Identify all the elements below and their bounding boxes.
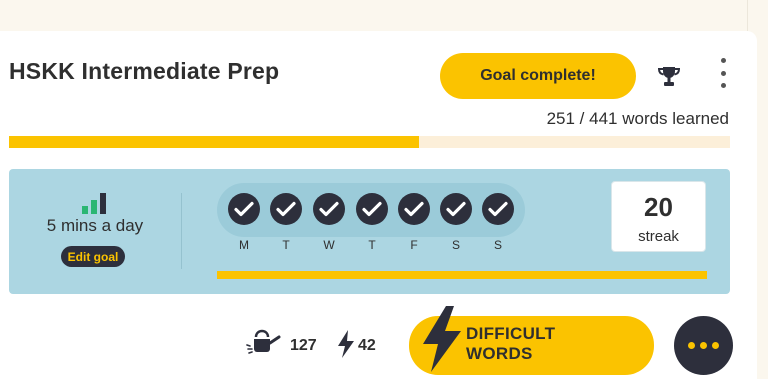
trophy-icon[interactable]	[656, 64, 682, 90]
lightning-bolt-icon	[423, 306, 461, 372]
day-letter-friday: F	[410, 238, 418, 252]
check-circle-icon	[398, 193, 430, 225]
lightning-bolt-icon	[338, 330, 354, 358]
day-letter-saturday: S	[451, 238, 460, 252]
top-strip	[0, 0, 768, 31]
streak-label: streak	[638, 228, 679, 245]
check-circle-icon	[440, 193, 472, 225]
signal-bars-icon	[82, 193, 106, 214]
course-progress-fill	[9, 136, 420, 148]
day-letter-wednesday: W	[323, 238, 335, 252]
difficult-words-line2: WORDS	[466, 344, 533, 363]
goal-complete-button[interactable]: Goal complete!	[440, 53, 636, 99]
day-letter-monday: M	[239, 238, 249, 252]
check-circle-icon	[313, 193, 345, 225]
check-circle-icon	[482, 193, 514, 225]
course-title[interactable]: HSKK Intermediate Prep	[9, 58, 279, 85]
check-circle-icon	[228, 193, 260, 225]
edit-goal-button[interactable]: Edit goal	[61, 246, 125, 267]
panel-divider	[181, 193, 182, 269]
daily-goal-label: 5 mins a day	[46, 216, 144, 235]
day-letter-sunday: S	[493, 238, 502, 252]
week-progress-line	[217, 271, 707, 279]
difficult-words-count: 42	[358, 337, 376, 354]
course-progress-bar	[9, 136, 730, 148]
difficult-words-line1: DIFFICULT	[466, 324, 556, 343]
streak-box: 20 streak	[611, 181, 706, 252]
more-dots-icon	[688, 342, 695, 349]
words-learned-count: 251 / 441 words learned	[546, 109, 729, 128]
watering-can-icon	[246, 329, 281, 354]
day-letter-tuesday: T	[282, 238, 290, 252]
more-options-button[interactable]	[674, 316, 733, 375]
difficult-words-label[interactable]: DIFFICULT WORDS	[466, 324, 555, 364]
watering-count: 127	[290, 337, 317, 354]
kebab-menu-icon[interactable]	[716, 58, 730, 88]
check-circle-icon	[270, 193, 302, 225]
day-letter-thursday: T	[368, 238, 376, 252]
streak-number: 20	[644, 192, 673, 222]
check-circle-icon	[356, 193, 388, 225]
